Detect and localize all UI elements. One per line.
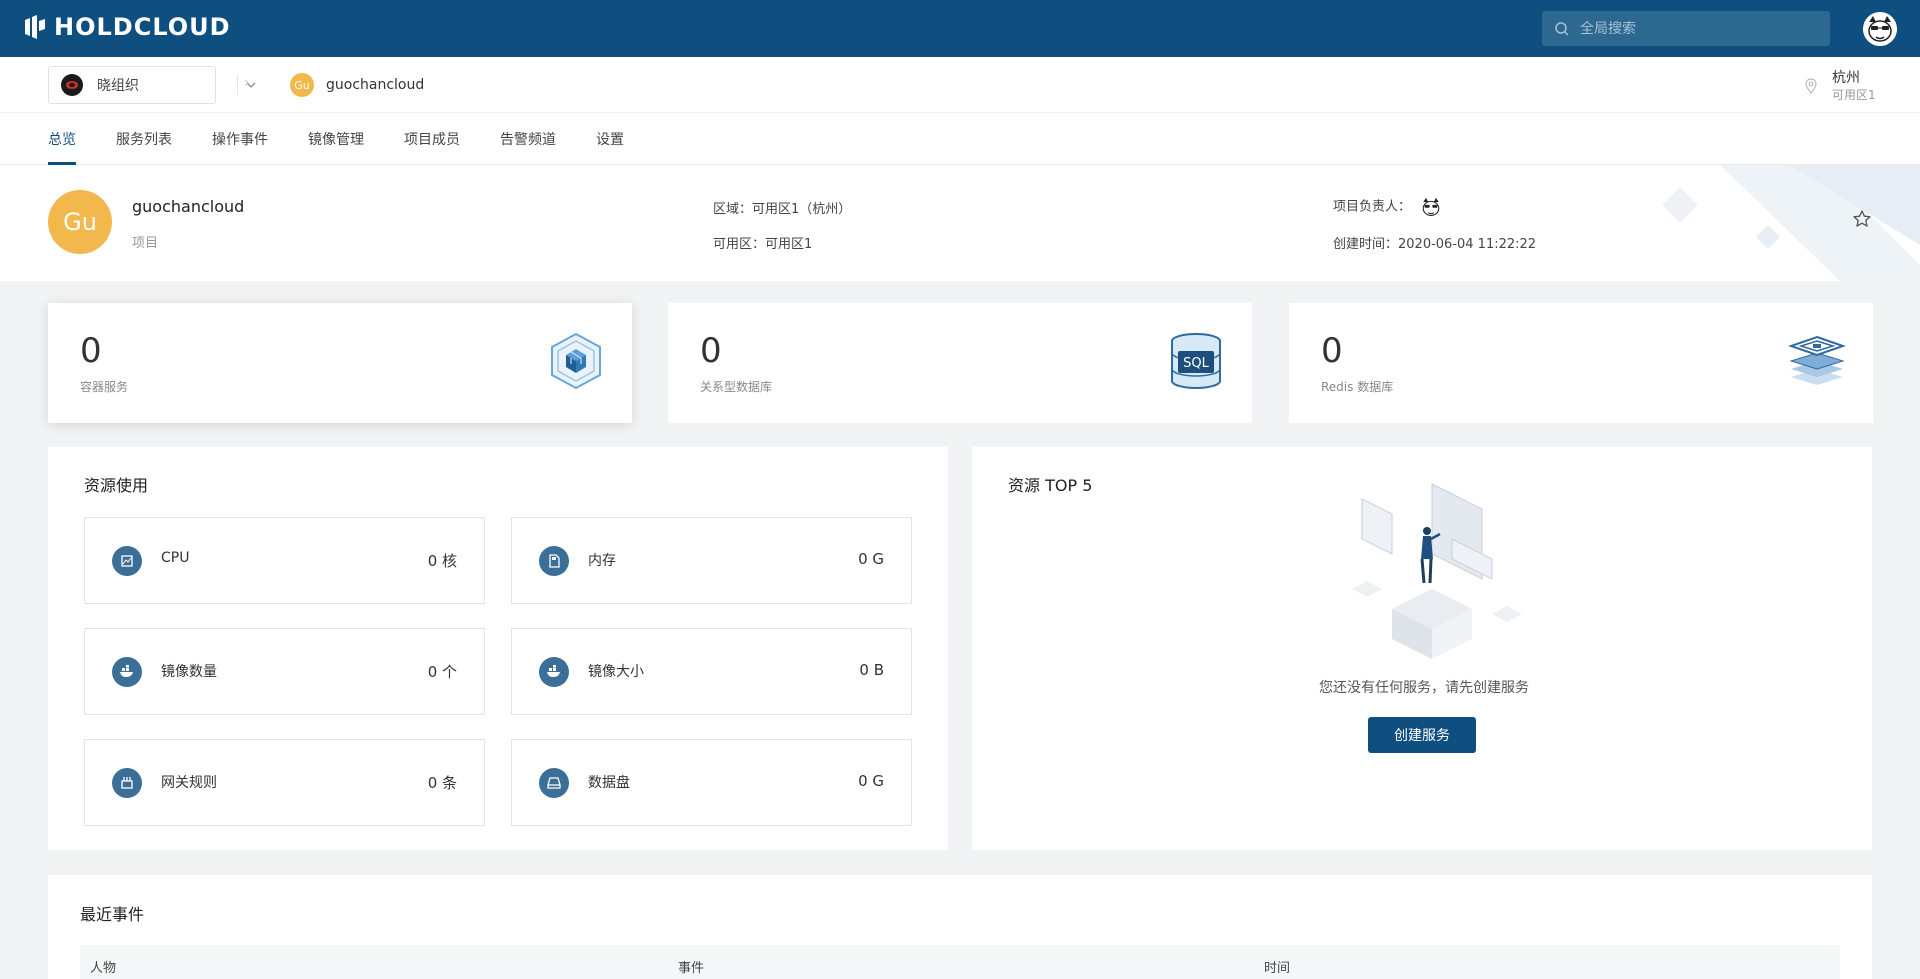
resource-card-data-disk: 数据盘 0 G bbox=[511, 739, 912, 826]
disk-icon bbox=[539, 768, 569, 798]
resource-name: 数据盘 bbox=[588, 775, 630, 791]
gateway-icon bbox=[112, 768, 142, 798]
stat-card-relational-db[interactable]: 0 关系型数据库 SQL bbox=[668, 303, 1252, 423]
tab-settings[interactable]: 设置 bbox=[596, 129, 624, 149]
cpu-icon bbox=[112, 546, 142, 576]
redis-layers-icon bbox=[1787, 335, 1847, 385]
logo[interactable]: HOLDCLOUD bbox=[22, 12, 231, 42]
resource-value: 0 B bbox=[859, 661, 884, 679]
top-navigation-bar: HOLDCLOUD bbox=[0, 0, 1920, 57]
top5-title: 资源 TOP 5 bbox=[1008, 476, 1093, 495]
organization-logo-icon bbox=[61, 74, 83, 96]
resource-name: 内存 bbox=[588, 553, 616, 569]
stat-value: 0 bbox=[1321, 331, 1343, 371]
resource-card-image-count: 镜像数量 0 个 bbox=[84, 628, 485, 715]
project-header: Gu guochancloud 项目 区域：可用区1（杭州） 可用区：可用区1 … bbox=[0, 165, 1920, 281]
resource-value: 0 条 bbox=[427, 774, 457, 792]
tab-overview[interactable]: 总览 bbox=[48, 129, 76, 149]
project-type: 项目 bbox=[132, 236, 159, 251]
breadcrumb-project[interactable]: Gu guochancloud bbox=[290, 73, 424, 97]
tab-service-list[interactable]: 服务列表 bbox=[116, 129, 172, 149]
resource-card-image-size: 镜像大小 0 B bbox=[511, 628, 912, 715]
header-decoration bbox=[1662, 165, 1920, 281]
resource-value: 0 核 bbox=[427, 552, 457, 570]
resource-name: 镜像大小 bbox=[588, 664, 644, 680]
resource-usage-title: 资源使用 bbox=[84, 476, 149, 495]
project-created-time: 创建时间：2020-06-04 11:22:22 bbox=[1333, 237, 1537, 252]
project-owner-label: 项目负责人： bbox=[1333, 199, 1412, 215]
organization-select[interactable]: 晓组织 bbox=[48, 66, 256, 104]
column-header-time: 时间 bbox=[1264, 961, 1291, 976]
recent-events-title: 最近事件 bbox=[80, 905, 145, 924]
column-header-person: 人物 bbox=[90, 961, 117, 976]
memory-icon bbox=[539, 546, 569, 576]
resource-card-gateway-rules: 网关规则 0 条 bbox=[84, 739, 485, 826]
tab-image-management[interactable]: 镜像管理 bbox=[308, 129, 364, 149]
svg-text:SQL: SQL bbox=[1183, 356, 1209, 371]
project-mini-avatar: Gu bbox=[290, 73, 314, 97]
docker-icon bbox=[112, 657, 142, 687]
tab-operation-events[interactable]: 操作事件 bbox=[212, 129, 268, 149]
region-zone: 可用区1 bbox=[1832, 88, 1876, 102]
region-city: 杭州 bbox=[1832, 70, 1860, 86]
tab-alert-channels[interactable]: 告警频道 bbox=[500, 129, 556, 149]
stat-label: Redis 数据库 bbox=[1321, 380, 1394, 394]
star-icon[interactable] bbox=[1852, 209, 1872, 229]
resource-value: 0 个 bbox=[427, 663, 457, 681]
empty-state-illustration bbox=[1352, 483, 1522, 659]
resource-name: CPU bbox=[161, 550, 190, 566]
logo-icon bbox=[25, 15, 45, 39]
column-header-event: 事件 bbox=[678, 961, 705, 976]
project-region: 区域：可用区1（杭州） bbox=[713, 202, 852, 217]
project-zone: 可用区：可用区1 bbox=[713, 237, 813, 252]
divider bbox=[237, 75, 238, 95]
location-pin-icon bbox=[1805, 78, 1817, 94]
project-title: guochancloud bbox=[132, 197, 245, 216]
stat-value: 0 bbox=[80, 331, 102, 371]
stat-card-redis-db[interactable]: 0 Redis 数据库 bbox=[1289, 303, 1873, 423]
tab-project-members[interactable]: 项目成员 bbox=[404, 129, 460, 149]
resource-card-memory: 内存 0 G bbox=[511, 517, 912, 604]
resource-name: 镜像数量 bbox=[161, 664, 217, 680]
organization-label: 晓组织 bbox=[97, 78, 139, 94]
owner-avatar-icon[interactable] bbox=[1419, 195, 1443, 219]
search-icon bbox=[1555, 21, 1569, 36]
resource-value: 0 G bbox=[858, 772, 884, 790]
resource-top5-panel: 资源 TOP 5 您还没有任何服务，请先创建服务 创建服务 bbox=[972, 447, 1872, 850]
resource-card-cpu: CPU 0 核 bbox=[84, 517, 485, 604]
empty-state-text: 您还没有任何服务，请先创建服务 bbox=[1319, 680, 1529, 696]
tab-bar: 总览 服务列表 操作事件 镜像管理 项目成员 告警频道 设置 bbox=[0, 113, 1920, 165]
search-input[interactable] bbox=[1580, 20, 1810, 37]
events-table-header: 人物 事件 时间 bbox=[80, 945, 1840, 979]
resource-name: 网关规则 bbox=[161, 775, 217, 791]
stat-label: 容器服务 bbox=[80, 380, 129, 394]
user-avatar[interactable] bbox=[1863, 12, 1897, 46]
cube-icon bbox=[551, 332, 601, 390]
region-selector[interactable]: 杭州 可用区1 bbox=[1804, 69, 1876, 103]
stat-card-container-service[interactable]: 0 容器服务 bbox=[48, 303, 632, 423]
resource-value: 0 G bbox=[858, 550, 884, 568]
docker-icon bbox=[539, 657, 569, 687]
stat-label: 关系型数据库 bbox=[700, 380, 773, 394]
resource-usage-panel: 资源使用 CPU 0 核 内存 0 G 镜像数量 0 个 镜像大小 0 B 网关… bbox=[48, 447, 948, 850]
global-search[interactable] bbox=[1542, 11, 1830, 46]
chevron-right-icon: › bbox=[244, 75, 250, 91]
context-bar: 晓组织 › Gu guochancloud 杭州 可用区1 bbox=[0, 57, 1920, 113]
stat-value: 0 bbox=[700, 331, 722, 371]
recent-events-panel: 最近事件 人物 事件 时间 bbox=[48, 875, 1872, 979]
user-avatar-icon bbox=[1863, 12, 1897, 46]
logo-text: HOLDCLOUD bbox=[54, 13, 231, 41]
breadcrumb-project-name: guochancloud bbox=[326, 77, 425, 93]
sql-database-icon: SQL bbox=[1171, 333, 1221, 389]
project-avatar: Gu bbox=[48, 190, 112, 254]
project-owner: 项目负责人： bbox=[1333, 195, 1443, 219]
create-service-button[interactable]: 创建服务 bbox=[1368, 717, 1476, 753]
